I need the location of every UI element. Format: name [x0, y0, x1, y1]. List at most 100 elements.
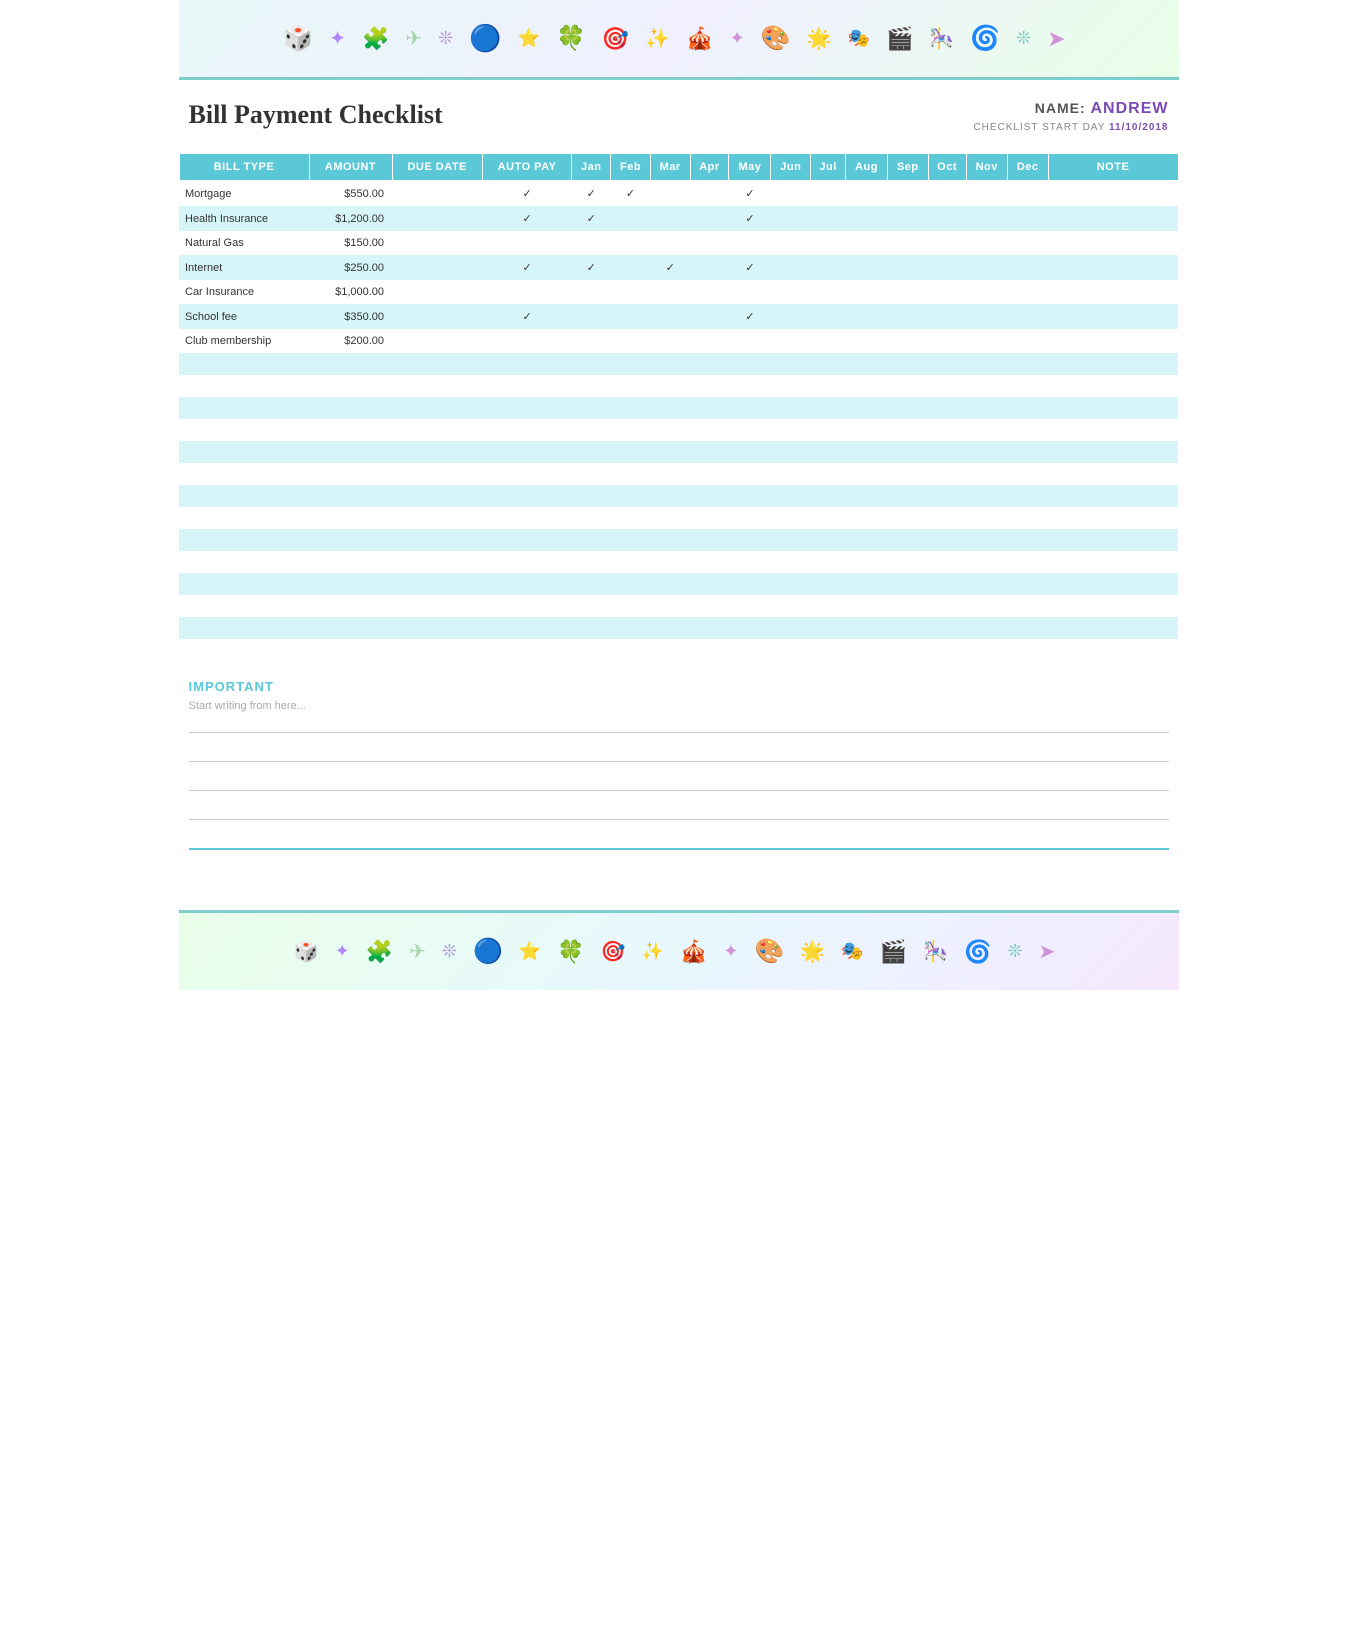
bot-banner-icon-9: 🎯: [601, 939, 634, 964]
cell-empty: [572, 375, 611, 397]
cell-oct: [928, 231, 966, 255]
cell-note: [1048, 304, 1178, 329]
cell-amount: $1,000.00: [309, 280, 392, 304]
cell-empty: [572, 529, 611, 551]
table-row-empty: [179, 617, 1178, 639]
cell-feb: [611, 206, 651, 231]
cell-empty: [482, 507, 571, 529]
cell-empty: [650, 485, 690, 507]
cell-empty: [309, 507, 392, 529]
header-section: Bill Payment Checklist NAME: ANDREW CHEC…: [179, 100, 1179, 133]
table-row-empty: [179, 507, 1178, 529]
write-line-3: [189, 790, 1169, 791]
write-line-5: [189, 848, 1169, 850]
lines-area: [189, 732, 1169, 850]
table-row: Mortgage$550.00✓✓✓✓: [179, 181, 1178, 207]
cell-jun: [771, 255, 811, 280]
important-label: IMPORTANT: [189, 679, 1169, 694]
table-body: Mortgage$550.00✓✓✓✓Health Insurance$1,20…: [179, 181, 1178, 640]
col-header-note: NOTE: [1048, 154, 1178, 181]
table-row-empty: [179, 529, 1178, 551]
bot-banner-icon-5: ❊: [442, 941, 465, 962]
cell-jan: [572, 329, 611, 353]
cell-auto-pay: ✓: [482, 304, 571, 329]
cell-jul: [811, 181, 846, 207]
bot-banner-icon-18: 🌀: [964, 939, 999, 965]
table-row-empty: [179, 353, 1178, 375]
cell-apr: [690, 280, 729, 304]
cell-jul: [811, 304, 846, 329]
cell-may: [729, 280, 771, 304]
cell-empty: [650, 507, 690, 529]
cell-note: [1048, 181, 1178, 207]
banner-icon-2: ✦: [329, 26, 354, 51]
table-row: Internet$250.00✓✓✓✓: [179, 255, 1178, 280]
cell-empty: [482, 551, 571, 573]
cell-note: [1048, 329, 1178, 353]
banner-icon-7: ⭐: [518, 28, 548, 49]
cell-empty: [1007, 441, 1048, 463]
cell-empty: [1048, 529, 1178, 551]
cell-due-date: [392, 181, 482, 207]
cell-bill-type: Car Insurance: [179, 280, 309, 304]
bot-banner-icon-2: ✦: [335, 941, 358, 962]
cell-empty: [392, 353, 482, 375]
cell-empty: [888, 375, 928, 397]
cell-empty: [729, 507, 771, 529]
cell-oct: [928, 206, 966, 231]
cell-empty: [650, 551, 690, 573]
cell-aug: [846, 255, 888, 280]
name-value: ANDREW: [1091, 100, 1169, 117]
cell-mar: [650, 181, 690, 207]
cell-empty: [846, 375, 888, 397]
cell-oct: [928, 255, 966, 280]
cell-empty: [1007, 551, 1048, 573]
cell-empty: [650, 419, 690, 441]
cell-empty: [729, 441, 771, 463]
cell-auto-pay: ✓: [482, 181, 571, 207]
banner-icon-20: ➤: [1047, 26, 1073, 52]
col-header-feb: Feb: [611, 154, 651, 181]
cell-empty: [572, 507, 611, 529]
cell-empty: [928, 419, 966, 441]
cell-empty: [392, 551, 482, 573]
cell-sep: [888, 304, 928, 329]
cell-empty: [690, 419, 729, 441]
cell-sep: [888, 181, 928, 207]
cell-empty: [811, 573, 846, 595]
cell-oct: [928, 329, 966, 353]
cell-dec: [1007, 280, 1048, 304]
cell-empty: [928, 617, 966, 639]
cell-empty: [811, 507, 846, 529]
cell-aug: [846, 206, 888, 231]
cell-empty: [729, 419, 771, 441]
cell-empty: [846, 463, 888, 485]
bot-banner-icon-12: ✦: [723, 941, 746, 962]
cell-jun: [771, 181, 811, 207]
table-header-row: BILL TYPE AMOUNT DUE DATE AUTO PAY Jan F…: [179, 154, 1178, 181]
cell-note: [1048, 255, 1178, 280]
cell-dec: [1007, 304, 1048, 329]
cell-mar: [650, 329, 690, 353]
cell-empty: [888, 617, 928, 639]
cell-empty: [811, 419, 846, 441]
cell-dec: [1007, 181, 1048, 207]
cell-empty: [1007, 529, 1048, 551]
col-header-oct: Oct: [928, 154, 966, 181]
col-header-jan: Jan: [572, 154, 611, 181]
cell-empty: [1048, 551, 1178, 573]
bot-banner-icon-3: 🧩: [366, 939, 401, 965]
banner-icon-13: 🎨: [761, 24, 799, 53]
cell-empty: [729, 573, 771, 595]
cell-empty: [179, 573, 309, 595]
cell-empty: [771, 617, 811, 639]
cell-oct: [928, 280, 966, 304]
cell-empty: [690, 397, 729, 419]
cell-apr: [690, 206, 729, 231]
col-header-apr: Apr: [690, 154, 729, 181]
cell-empty: [1007, 595, 1048, 617]
cell-empty: [928, 507, 966, 529]
cell-empty: [888, 419, 928, 441]
cell-jun: [771, 329, 811, 353]
cell-sep: [888, 255, 928, 280]
